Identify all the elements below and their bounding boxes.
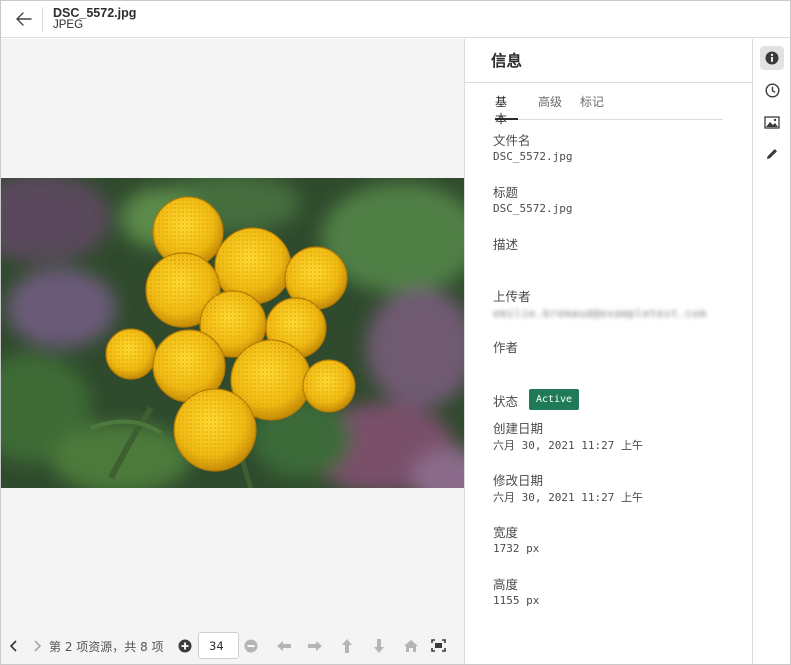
fit-screen-button[interactable] — [427, 627, 449, 664]
modified-date-value: 六月 30, 2021 11:27 上午 — [493, 491, 643, 504]
zoom-out-button[interactable] — [241, 627, 261, 664]
description-label: 描述 — [493, 237, 519, 252]
back-button[interactable] — [11, 8, 37, 30]
title-value: DSC_5572.jpg — [493, 202, 573, 215]
history-icon — [764, 82, 780, 98]
history-button[interactable] — [760, 78, 784, 102]
asset-header: DSC_5572.jpg JPEG — [1, 1, 790, 38]
width-value: 1732 px — [493, 542, 540, 555]
status-badge: Active — [529, 389, 579, 410]
image-icon — [764, 115, 780, 129]
home-icon — [404, 639, 418, 652]
arrow-left-icon — [16, 12, 32, 26]
height-label: 高度 — [493, 577, 519, 592]
header-divider — [42, 7, 43, 32]
preview-image[interactable] — [1, 178, 464, 488]
uploader-value: emilie.bremaud@exampletest.com — [493, 307, 707, 320]
asset-title: DSC_5572.jpg — [53, 6, 137, 20]
rotate-right-icon — [308, 640, 322, 651]
chevron-left-icon — [10, 639, 17, 652]
image-viewer — [1, 39, 464, 627]
chevron-right-icon — [34, 639, 41, 652]
filename-value: DSC_5572.jpg — [493, 150, 573, 163]
zoom-out-icon — [244, 639, 258, 652]
height-value: 1155 px — [493, 594, 540, 607]
flip-up-button[interactable] — [336, 627, 358, 664]
zoom-input[interactable] — [198, 632, 239, 659]
info-panel-title: 信息 — [491, 52, 523, 70]
zoom-in-button[interactable] — [175, 627, 195, 664]
created-date-value: 六月 30, 2021 11:27 上午 — [493, 439, 643, 452]
reset-view-button[interactable] — [400, 627, 422, 664]
flip-up-icon — [342, 638, 352, 653]
edit-button[interactable] — [760, 142, 784, 166]
pager-label: 第 2 项资源，共 8 项 — [49, 640, 164, 654]
asset-type: JPEG — [53, 19, 84, 31]
created-date-label: 创建日期 — [493, 421, 544, 436]
rotate-left-button[interactable] — [273, 627, 295, 664]
info-panel-header: 信息 — [465, 39, 752, 83]
flip-down-button[interactable] — [368, 627, 390, 664]
previews-button[interactable] — [760, 110, 784, 134]
info-tabs: 基本 高级 标记 — [494, 92, 723, 126]
zoom-in-icon — [178, 639, 192, 652]
rotate-left-icon — [277, 640, 291, 651]
viewer-toolbar: 第 2 项资源，共 8 项 — [1, 627, 464, 664]
info-panel: 信息 基本 高级 标记 文件名 DSC_5572.jpg 标题 DSC_5572… — [464, 39, 752, 664]
uploader-label: 上传者 — [493, 289, 531, 304]
side-rail — [752, 39, 790, 664]
info-button[interactable] — [760, 46, 784, 70]
title-label: 标题 — [493, 185, 519, 200]
modified-date-label: 修改日期 — [493, 473, 544, 488]
tab-advanced[interactable]: 高级 — [538, 93, 562, 120]
fit-screen-icon — [430, 639, 446, 652]
info-icon — [765, 51, 779, 65]
tab-tags[interactable]: 标记 — [580, 93, 604, 120]
previous-asset-button[interactable] — [3, 627, 25, 664]
flip-down-icon — [374, 638, 384, 653]
tab-basic[interactable]: 基本 — [495, 93, 518, 126]
status-label: 状态 — [493, 394, 519, 409]
pencil-icon — [767, 149, 777, 159]
rotate-right-button[interactable] — [304, 627, 326, 664]
author-label: 作者 — [493, 340, 519, 355]
filename-label: 文件名 — [493, 133, 531, 148]
width-label: 宽度 — [493, 525, 519, 540]
next-asset-button[interactable] — [26, 627, 48, 664]
